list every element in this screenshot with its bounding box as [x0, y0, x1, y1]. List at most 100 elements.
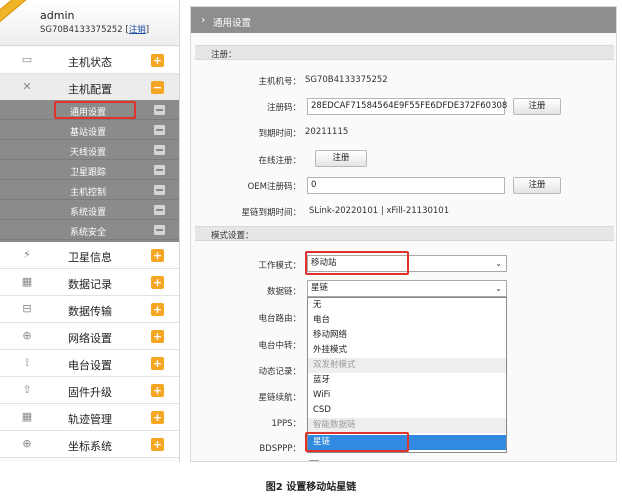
highlight-box [305, 432, 409, 452]
expand-plus-icon[interactable]: + [151, 249, 164, 262]
sidebar-item-data-transfer[interactable]: ⊟ 数据传输 + [0, 296, 179, 323]
expand-plus-icon[interactable]: + [151, 54, 164, 67]
serial-number: SG70B4133375252 [40, 25, 123, 35]
section-register: 注册： [195, 45, 614, 60]
highlight-box [305, 251, 409, 275]
expand-plus-icon[interactable]: + [151, 411, 164, 424]
dropdown-option[interactable]: 移动网络 [308, 328, 506, 343]
sidebar-item-satellite-info[interactable]: ⚡ 卫星信息 + [0, 242, 179, 269]
minus-icon [154, 225, 165, 235]
sidebar-item-network-settings[interactable]: ⊕ 网络设置 + [0, 323, 179, 350]
dropdown-group-label: 双发射模式 [308, 358, 506, 373]
sidebar-item-track-management[interactable]: ▦ 轨迹管理 + [0, 404, 179, 431]
dropdown-option[interactable]: 无 [308, 298, 506, 313]
minus-icon [154, 205, 165, 215]
sidebar-item-host-config[interactable]: ✕ 主机配置 − [0, 74, 179, 101]
page-title: 通用设置 [213, 18, 252, 29]
dropdown-group-label: 智能数据链 [308, 418, 506, 433]
submenu-item-label: 主机控制 [70, 188, 107, 198]
starlink-expire-label: 星链到期时间： [241, 208, 301, 218]
submenu-item-label: 基站设置 [70, 128, 107, 138]
submenu-item-satellite-tracking[interactable]: 卫星跟踪 [0, 160, 179, 180]
submenu-item-host-control[interactable]: 主机控制 [0, 180, 179, 200]
radio-relay-label: 电台中转： [258, 341, 301, 351]
expand-plus-icon[interactable]: + [151, 357, 164, 370]
minus-icon [154, 165, 165, 175]
sidebar-item-firmware-upgrade[interactable]: ⇧ 固件升级 + [0, 377, 179, 404]
dropdown-option[interactable]: CSD [308, 403, 506, 418]
expand-plus-icon[interactable]: + [151, 330, 164, 343]
globe-icon: ⊕ [22, 437, 32, 450]
antenna-icon: ⟟ [24, 356, 30, 369]
submenu-host-config: 通用设置 基站设置 天线设置 卫星跟踪 主机控制 系统设置 系统安全 [0, 100, 179, 242]
submenu-item-system-security[interactable]: 系统安全 [0, 220, 179, 240]
section-label: 模式设置： [211, 231, 254, 241]
tools-icon: ✕ [22, 80, 32, 93]
minus-icon [154, 145, 165, 155]
submenu-item-antenna-settings[interactable]: 天线设置 [0, 140, 179, 160]
section-label: 注册： [211, 50, 237, 60]
submenu-item-label: 系统设置 [70, 208, 107, 218]
expand-plus-icon[interactable]: + [151, 384, 164, 397]
sidebar-item-label: 电台设置 [68, 359, 112, 372]
calendar-icon: ▦ [21, 275, 33, 288]
radio-route-label: 电台路由： [258, 314, 301, 324]
submenu-item-general-settings[interactable]: 通用设置 [0, 100, 179, 120]
section-mode: 模式设置： [195, 226, 614, 241]
main-panel: › 通用设置 注册： 主机机号： SG70B4133375252 注册码： 28… [190, 6, 617, 462]
submenu-item-label: 卫星跟踪 [70, 168, 107, 178]
host-number-label: 主机机号： [258, 77, 301, 87]
oem-code-input[interactable]: 0 [307, 177, 505, 194]
sidebar-item-data-record[interactable]: ▦ 数据记录 + [0, 269, 179, 296]
sidebar-item-coordinate-system[interactable]: ⊕ 坐标系统 + [0, 431, 179, 458]
chevron-right-icon: › [201, 13, 206, 26]
online-register-label: 在线注册： [258, 156, 301, 166]
sidebar-item-radio-settings[interactable]: ⟟ 电台设置 + [0, 350, 179, 377]
upload-icon: ⇧ [22, 383, 32, 396]
expand-plus-icon[interactable]: + [151, 276, 164, 289]
datalink-dropdown-list: 无 电台 移动网络 外挂模式 双发射模式 蓝牙 WiFi CSD 智能数据链 星… [307, 297, 507, 453]
reg-code-input[interactable]: 28EDCAF71584564E9F55FE6DFDE372F60308 [307, 98, 507, 115]
submenu-item-base-settings[interactable]: 基站设置 [0, 120, 179, 140]
sidebar-item-host-status[interactable]: ▭ 主机状态 + [0, 47, 179, 74]
bdsppp-label: BDSPPP： [259, 444, 301, 454]
expand-plus-icon[interactable]: + [151, 303, 164, 316]
host-number-value: SG70B4133375252 [305, 75, 388, 85]
datalink-select[interactable]: 星链 ⌄ [307, 280, 507, 297]
globe-icon: ⊕ [22, 329, 32, 342]
dynamic-record-label: 动态记录： [258, 367, 301, 377]
minus-icon [154, 105, 165, 115]
register-button[interactable]: 注册 [513, 98, 561, 115]
online-register-button[interactable]: 注册 [315, 150, 367, 167]
oem-code-label: OEM注册码： [247, 182, 301, 192]
sidebar-item-label: 数据传输 [68, 305, 112, 318]
dropdown-option[interactable]: 电台 [308, 313, 506, 328]
dropdown-option[interactable]: WiFi [308, 388, 506, 403]
dropdown-option[interactable]: 蓝牙 [308, 373, 506, 388]
pps-label: 1PPS： [271, 419, 301, 429]
work-mode-label: 工作模式： [258, 261, 301, 271]
expand-plus-icon[interactable]: + [151, 438, 164, 451]
satellite-icon: ⚡ [23, 248, 31, 261]
starlink-relay-label: 星链续航： [258, 393, 301, 403]
highlight-box [54, 101, 136, 119]
sidebar-item-label: 主机配置 [68, 83, 112, 96]
collapse-minus-icon[interactable]: − [151, 81, 164, 94]
chevron-down-icon: ⌄ [495, 259, 502, 268]
user-box: admin SG70B4133375252 [注销] [0, 0, 179, 46]
datalink-label: 数据链： [266, 287, 301, 297]
dropdown-option[interactable]: 外挂模式 [308, 343, 506, 358]
expire-time-value: 20211115 [305, 127, 349, 137]
submenu-item-label: 天线设置 [70, 148, 107, 158]
expire-time-label: 到期时间： [258, 129, 301, 139]
submenu-item-system-settings[interactable]: 系统设置 [0, 200, 179, 220]
checkbox[interactable] [309, 460, 319, 461]
oem-register-button[interactable]: 注册 [513, 177, 561, 194]
transfer-icon: ⊟ [22, 302, 32, 315]
sidebar-item-label: 主机状态 [68, 56, 112, 69]
logout-link[interactable]: 注销 [129, 25, 146, 35]
submenu-item-label: 系统安全 [70, 228, 107, 238]
user-name: admin [40, 9, 75, 22]
calendar-icon: ▦ [21, 410, 33, 423]
sidebar: admin SG70B4133375252 [注销] ▭ 主机状态 + ✕ 主机… [0, 0, 180, 462]
